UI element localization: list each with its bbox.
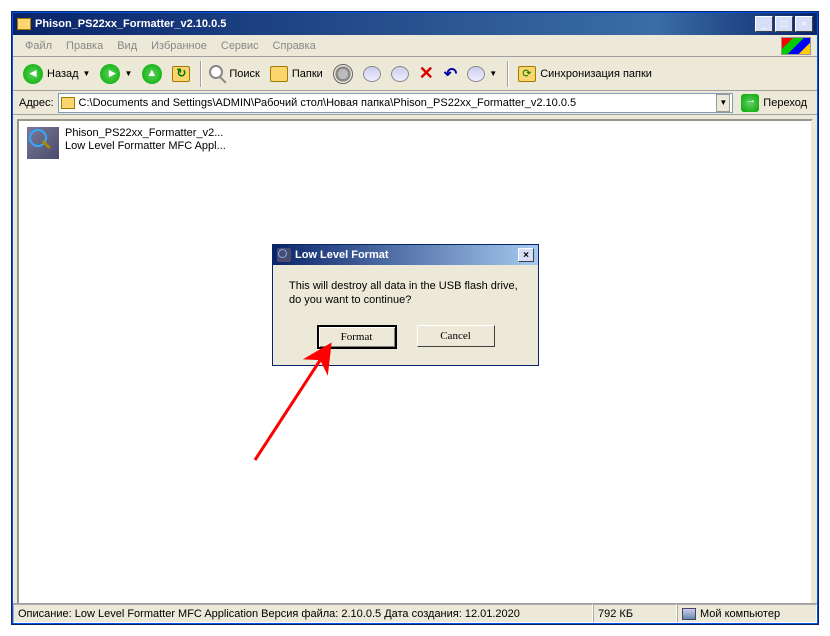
dialog-icon [277, 248, 291, 262]
windows-logo-icon [781, 37, 811, 55]
history-button[interactable] [329, 60, 357, 88]
menu-view[interactable]: Вид [111, 38, 143, 54]
dialog-title: Low Level Format [295, 249, 389, 261]
dialog-close-button[interactable]: × [518, 248, 534, 262]
menu-tools[interactable]: Сервис [215, 38, 265, 54]
file-item[interactable]: Phison_PS22xx_Formatter_v2... Low Level … [27, 127, 226, 159]
folder-icon [61, 97, 75, 109]
close-button[interactable]: × [795, 16, 813, 32]
back-button[interactable]: Назад ▼ [19, 60, 94, 88]
status-description: Описание: Low Level Formatter MFC Applic… [13, 604, 593, 623]
up-button[interactable] [138, 60, 166, 88]
menu-favorites[interactable]: Избранное [145, 38, 213, 54]
search-button[interactable]: Поиск [207, 60, 263, 88]
menu-file[interactable]: Файл [19, 38, 58, 54]
refresh-icon [172, 66, 190, 82]
maximize-button[interactable]: □ [775, 16, 793, 32]
format-dialog: Low Level Format × This will destroy all… [272, 244, 539, 366]
delete-button[interactable]: ✕ [415, 60, 438, 88]
chevron-down-icon: ▼ [83, 69, 91, 78]
sync-icon [518, 66, 536, 82]
address-combo[interactable]: ▼ [58, 93, 734, 113]
minimize-button[interactable]: _ [755, 16, 773, 32]
go-icon [741, 94, 759, 112]
dialog-titlebar: Low Level Format × [273, 245, 538, 265]
status-size: 792 КБ [593, 604, 677, 623]
copy-icon [391, 66, 409, 82]
file-description: Low Level Formatter MFC Appl... [65, 140, 226, 153]
content-area[interactable]: Phison_PS22xx_Formatter_v2... Low Level … [17, 119, 813, 613]
file-name: Phison_PS22xx_Formatter_v2... [65, 127, 226, 140]
x-icon: ✕ [419, 63, 434, 84]
undo-icon: ↶ [444, 64, 457, 84]
toolbar: Назад ▼ ▼ Поиск Папки ✕ ↶ ▼ Синхронизаци… [13, 57, 817, 91]
forward-icon [100, 64, 120, 84]
move-icon [363, 66, 381, 82]
dropdown-button[interactable]: ▼ [716, 94, 730, 112]
move-button[interactable] [359, 60, 385, 88]
refresh-button[interactable] [168, 60, 194, 88]
status-location: Мой компьютер [677, 604, 817, 623]
menu-edit[interactable]: Правка [60, 38, 109, 54]
views-button[interactable]: ▼ [463, 60, 501, 88]
computer-icon [682, 608, 696, 620]
search-icon [209, 65, 223, 79]
go-button[interactable]: Переход [737, 94, 811, 112]
address-label: Адрес: [19, 97, 54, 109]
folders-icon [270, 66, 288, 82]
cancel-button[interactable]: Cancel [417, 325, 495, 347]
folder-icon [17, 18, 31, 30]
menu-help[interactable]: Справка [267, 38, 322, 54]
status-bar: Описание: Low Level Formatter MFC Applic… [13, 603, 817, 623]
gear-icon [333, 64, 353, 84]
window-title: Phison_PS22xx_Formatter_v2.10.0.5 [35, 18, 755, 30]
sync-button[interactable]: Синхронизация папки [514, 60, 656, 88]
dialog-message: This will destroy all data in the USB fl… [289, 279, 522, 307]
copy-button[interactable] [387, 60, 413, 88]
address-input[interactable] [79, 97, 717, 109]
up-icon [142, 64, 162, 84]
menubar: Файл Правка Вид Избранное Сервис Справка [13, 35, 817, 57]
back-icon [23, 64, 43, 84]
format-button[interactable]: Format [317, 325, 397, 349]
separator [200, 61, 201, 87]
view-icon [467, 66, 485, 82]
forward-button[interactable]: ▼ [96, 60, 136, 88]
titlebar: Phison_PS22xx_Formatter_v2.10.0.5 _ □ × [13, 13, 817, 35]
folders-button[interactable]: Папки [266, 60, 327, 88]
separator [507, 61, 508, 87]
address-bar: Адрес: ▼ Переход [13, 91, 817, 115]
app-icon [27, 127, 59, 159]
undo-button[interactable]: ↶ [440, 60, 461, 88]
